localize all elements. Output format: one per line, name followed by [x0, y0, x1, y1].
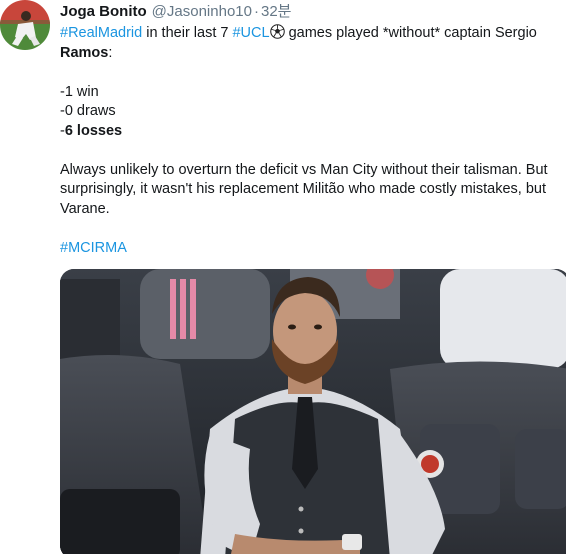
- line-break: [60, 219, 560, 239]
- colon: :: [108, 44, 113, 61]
- ramos-name: Ramos: [60, 44, 109, 61]
- tweet: Joga Bonito @Jasoninho10 · 32분 #RealMadr…: [0, 0, 566, 554]
- soccer-ball-icon: [269, 24, 285, 39]
- line-break: [60, 141, 560, 161]
- tweet-header: Joga Bonito @Jasoninho10 · 32분: [60, 0, 566, 24]
- stat-wins: -1 win: [60, 83, 99, 100]
- hashtag-ucl[interactable]: #UCL: [232, 25, 269, 41]
- tweet-text-segment: in their last 7: [142, 25, 233, 41]
- avatar[interactable]: [0, 0, 50, 50]
- photo-illustration: [60, 269, 566, 554]
- separator-dot: ·: [253, 3, 259, 20]
- tweet-content: Joga Bonito @Jasoninho10 · 32분 #RealMadr…: [60, 0, 566, 258]
- tweet-timestamp[interactable]: 32분: [261, 0, 292, 24]
- user-handle[interactable]: @Jasoninho10: [152, 0, 252, 24]
- stat-draws: -0 draws: [60, 103, 116, 119]
- tweet-photo[interactable]: [60, 269, 566, 554]
- hashtag-realmadrid[interactable]: #RealMadrid: [60, 25, 142, 41]
- hashtag-line: #MCIRMA: [60, 239, 560, 259]
- tweet-text-segment: games played *without* captain Sergio: [284, 25, 537, 41]
- stat-losses: 6 losses: [64, 122, 123, 139]
- tweet-text: #RealMadrid in their last 7 #UCL games p…: [60, 24, 560, 258]
- tweet-paragraph: Always unlikely to overturn the deficit …: [60, 161, 548, 217]
- tweet-line-1: #RealMadrid in their last 7 #UCL games p…: [60, 24, 560, 44]
- stat-losses-line: -6 losses: [60, 122, 560, 142]
- hashtag-mcirma[interactable]: #MCIRMA: [60, 240, 127, 256]
- line-break: [60, 63, 560, 83]
- display-name[interactable]: Joga Bonito: [60, 0, 147, 24]
- tweet-line-2: Ramos:: [60, 44, 560, 64]
